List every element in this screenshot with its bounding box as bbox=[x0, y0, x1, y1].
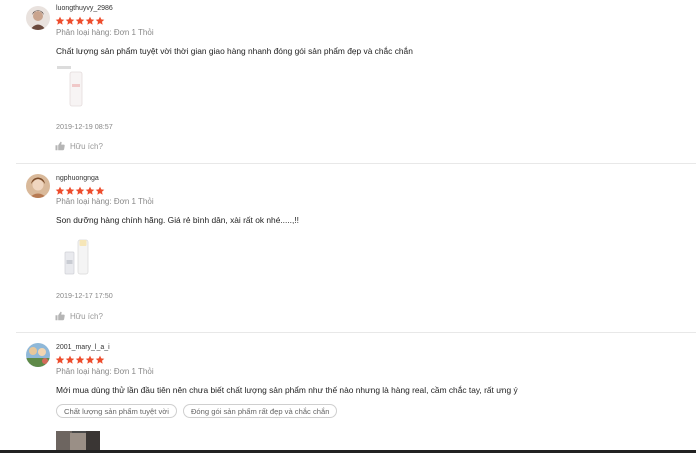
star-icon bbox=[55, 186, 65, 196]
star-icon bbox=[85, 355, 95, 365]
review-divider bbox=[16, 163, 696, 164]
review-divider bbox=[16, 332, 696, 333]
star-icon bbox=[95, 16, 105, 26]
star-icon bbox=[65, 16, 75, 26]
review-comment: Mới mua dùng thử lần đầu tiên nên chưa b… bbox=[56, 385, 518, 395]
review-comment: Son dưỡng hàng chính hãng. Giá rẻ bình d… bbox=[56, 215, 299, 225]
reviewer-username[interactable]: luongthuyvy_2986 bbox=[56, 5, 113, 12]
star-icon bbox=[75, 186, 85, 196]
review-photo[interactable] bbox=[56, 234, 100, 278]
review-date: 2019-12-19 08:57 bbox=[56, 122, 113, 131]
reviewer-username[interactable]: ngphuongnga bbox=[56, 175, 99, 182]
review-date: 2019-12-17 17:50 bbox=[56, 291, 113, 300]
star-icon bbox=[65, 355, 75, 365]
review-photo[interactable] bbox=[56, 64, 100, 108]
star-icon bbox=[65, 186, 75, 196]
product-variation: Phân loại hàng: Đơn 1 Thỏi bbox=[56, 197, 154, 206]
review-tags: Chất lượng sản phẩm tuyệt vời Đóng gói s… bbox=[56, 404, 338, 418]
helpful-button[interactable]: Hữu ích? bbox=[55, 310, 103, 322]
star-icon bbox=[55, 355, 65, 365]
product-variation: Phân loại hàng: Đơn 1 Thỏi bbox=[56, 28, 154, 37]
review-tag: Chất lượng sản phẩm tuyệt vời bbox=[56, 404, 177, 418]
review-photo[interactable] bbox=[56, 431, 100, 450]
rating-stars bbox=[55, 355, 105, 365]
star-icon bbox=[55, 16, 65, 26]
helpful-label: Hữu ích? bbox=[70, 141, 103, 151]
review-tag: Đóng gói sản phẩm rất đẹp và chắc chắn bbox=[182, 404, 338, 418]
star-icon bbox=[75, 355, 85, 365]
star-icon bbox=[85, 16, 95, 26]
thumbs-up-icon bbox=[55, 141, 65, 151]
avatar[interactable] bbox=[26, 174, 50, 198]
star-icon bbox=[95, 355, 105, 365]
review-comment: Chất lượng sản phẩm tuyệt vời thời gian … bbox=[56, 46, 413, 56]
helpful-button[interactable]: Hữu ích? bbox=[55, 140, 103, 152]
thumbs-up-icon bbox=[55, 311, 65, 321]
avatar[interactable] bbox=[26, 343, 50, 367]
star-icon bbox=[95, 186, 105, 196]
product-variation: Phân loại hàng: Đơn 1 Thỏi bbox=[56, 367, 154, 376]
reviewer-username[interactable]: 2001_mary_l_a_i bbox=[56, 344, 110, 351]
star-icon bbox=[85, 186, 95, 196]
star-icon bbox=[75, 16, 85, 26]
avatar[interactable] bbox=[26, 6, 50, 30]
rating-stars bbox=[55, 16, 105, 26]
helpful-label: Hữu ích? bbox=[70, 311, 103, 321]
rating-stars bbox=[55, 186, 105, 196]
